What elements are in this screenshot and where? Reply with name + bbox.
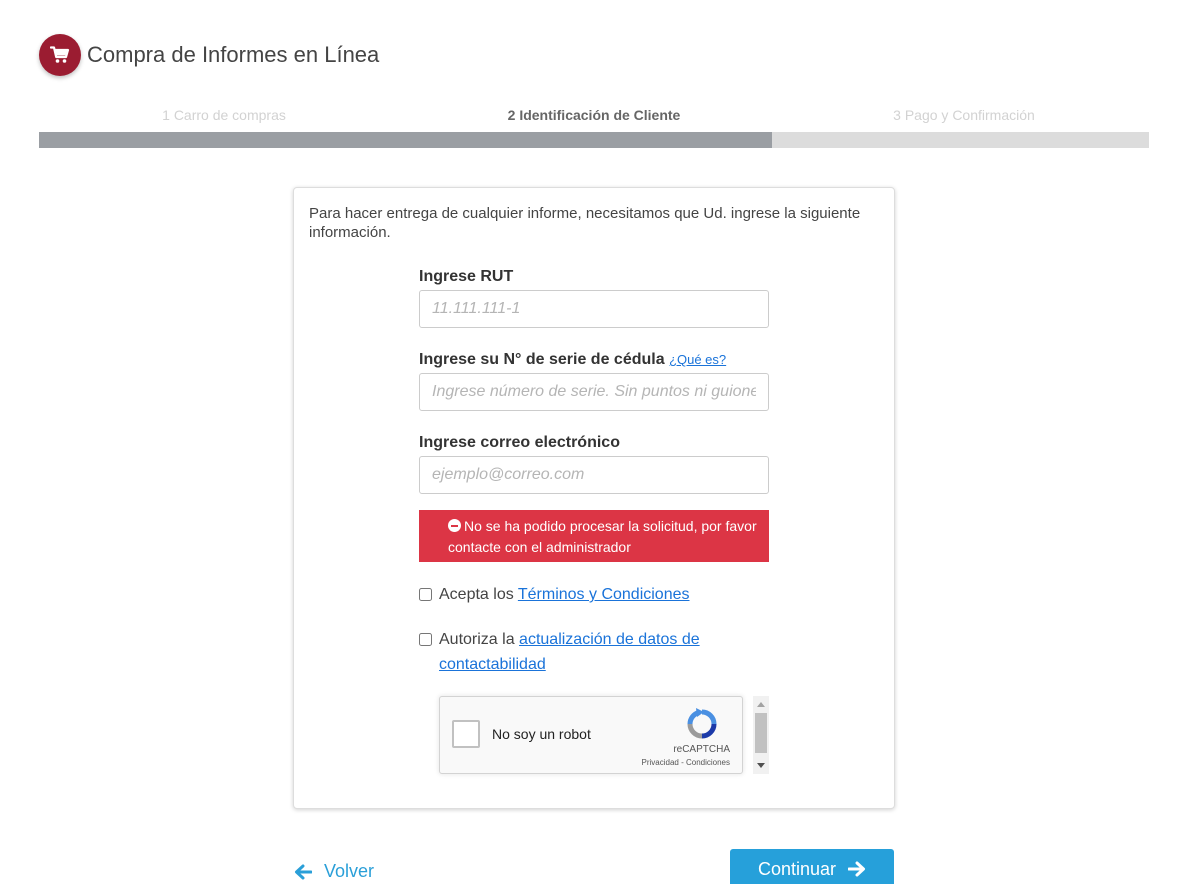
error-minus-icon [448, 519, 461, 532]
back-button[interactable]: Volver [294, 861, 374, 882]
recaptcha-links[interactable]: Privacidad - Condiciones [642, 758, 731, 767]
terms-link[interactable]: Términos y Condiciones [518, 586, 690, 603]
terms-text: Acepta los Términos y Condiciones [439, 582, 690, 607]
step-payment: 3 Pago y Confirmación [893, 107, 1035, 123]
terms-checkbox[interactable] [419, 588, 432, 601]
error-message: No se ha podido procesar la solicitud, p… [448, 518, 757, 555]
update-checkbox[interactable] [419, 633, 432, 646]
page-header: Compra de Informes en Línea [39, 33, 379, 77]
serie-label-text: Ingrese su N° de serie de cédula [419, 351, 665, 368]
email-label: Ingrese correo electrónico [419, 434, 620, 451]
intro-text: Para hacer entrega de cualquier informe,… [309, 205, 861, 241]
progress-bar [39, 132, 1149, 148]
step-cart: 1 Carro de compras [162, 107, 286, 123]
checkout-steps: 1 Carro de compras 2 Identificación de C… [39, 107, 1149, 123]
what-is-serie-link[interactable]: ¿Qué es? [669, 352, 726, 367]
serie-input[interactable] [419, 373, 769, 411]
continue-label: Continuar [757, 858, 837, 879]
recaptcha-checkbox[interactable] [452, 720, 480, 748]
back-label: Volver [324, 861, 375, 881]
terms-prefix: Acepta los [439, 586, 514, 603]
scrollbar-thumb[interactable] [755, 713, 767, 753]
email-input[interactable] [419, 456, 769, 494]
error-alert: No se ha podido procesar la solicitud, p… [419, 510, 769, 562]
recaptcha-brand: reCAPTCHA [673, 744, 730, 755]
scroll-down-icon[interactable] [757, 763, 765, 768]
shopping-cart-icon [50, 46, 70, 63]
recaptcha-label: No soy un robot [492, 726, 591, 742]
recaptcha-scrollbar[interactable] [753, 696, 769, 774]
terms-row: Acepta los Términos y Condiciones [419, 582, 690, 607]
arrow-left-icon [295, 864, 312, 879]
update-row: Autoriza la actualización de datos de co… [419, 627, 749, 677]
update-text: Autoriza la actualización de datos de co… [439, 627, 749, 677]
recaptcha-logo-icon [687, 708, 717, 739]
arrow-right-icon [848, 861, 866, 877]
serie-label: Ingrese su N° de serie de cédula ¿Qué es… [419, 351, 726, 369]
page-title: Compra de Informes en Línea [87, 42, 380, 67]
cart-badge [39, 34, 81, 76]
step-identification: 2 Identificación de Cliente [507, 107, 681, 123]
progress-bar-fill [39, 132, 772, 148]
identification-card: Para hacer entrega de cualquier informe,… [293, 187, 895, 809]
update-prefix: Autoriza la [439, 631, 515, 648]
scroll-up-icon[interactable] [757, 702, 765, 707]
recaptcha-widget: No soy un robot reCAPTCHA Privacidad - C… [439, 696, 743, 774]
rut-label: Ingrese RUT [419, 268, 514, 285]
continue-button[interactable]: Continuar [730, 849, 894, 884]
rut-input[interactable] [419, 290, 769, 328]
